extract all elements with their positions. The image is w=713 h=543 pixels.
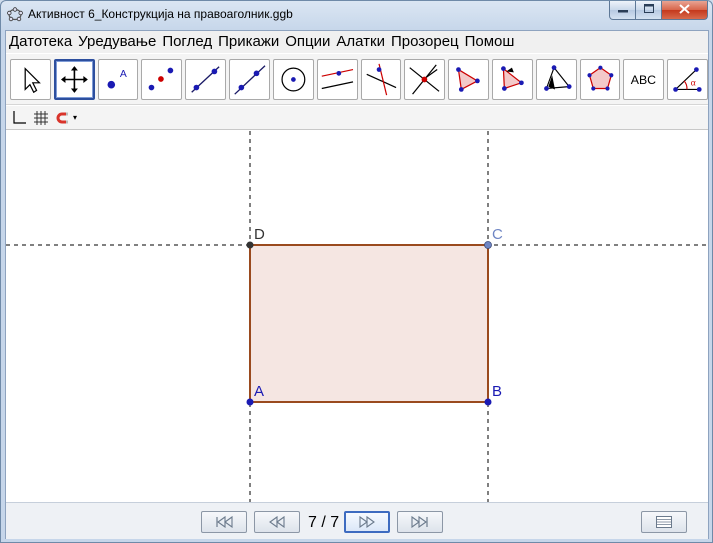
close-button[interactable]: [662, 1, 708, 20]
step-forward-icon: [359, 516, 375, 528]
tool-intersect[interactable]: [404, 58, 446, 100]
midpoint-icon: [149, 67, 174, 90]
close-icon: [679, 3, 690, 17]
polygon-icon: [456, 66, 480, 92]
style-bar: ▾: [6, 106, 708, 130]
new-point-icon: A: [107, 69, 126, 88]
point-capturing-button[interactable]: [55, 110, 71, 126]
point-a-label: A: [254, 383, 265, 400]
nav-next-step-button[interactable]: [344, 511, 390, 533]
svg-text:A: A: [119, 69, 126, 80]
point-c-label: C: [492, 226, 503, 243]
menu-tools[interactable]: Алатки: [333, 32, 388, 52]
tool-perpendicular-bisector[interactable]: [360, 58, 402, 100]
table-icon: [656, 516, 672, 528]
point-d-label: D: [254, 226, 265, 243]
client-area: Датотека Уредување Поглед Прикажи Опции …: [5, 30, 709, 539]
reflect-icon: [543, 64, 572, 91]
nav-first-step-button[interactable]: [201, 511, 247, 533]
parallel-line-icon: [321, 68, 353, 89]
move-arrow-icon: [24, 66, 41, 93]
angle-icon: [500, 65, 524, 91]
construction-protocol-button[interactable]: [641, 511, 687, 533]
tool-polygon[interactable]: [448, 58, 489, 100]
menu-view[interactable]: Поглед: [159, 32, 215, 52]
tool-reflect[interactable]: [535, 58, 577, 100]
step-total: 7: [330, 514, 340, 531]
angle-measure-icon: α: [673, 66, 702, 92]
move-graphics-view-icon: [60, 65, 88, 93]
point-c[interactable]: [484, 241, 492, 249]
skip-to-last-icon: [411, 516, 428, 528]
tool-angle[interactable]: [491, 58, 533, 100]
maximize-icon: [643, 4, 654, 16]
perpendicular-bisector-icon: [365, 63, 396, 95]
graphics-view[interactable]: A B C D: [6, 131, 708, 502]
point-capturing-dropdown[interactable]: ▾: [73, 113, 77, 122]
menu-bar: Датотека Уредување Поглед Прикажи Опции …: [6, 31, 708, 53]
skip-to-first-icon: [216, 516, 233, 528]
svg-text:ABC: ABC: [631, 72, 656, 86]
svg-text:α: α: [691, 78, 696, 88]
grid-icon: [34, 110, 48, 125]
tool-new-point[interactable]: A: [97, 58, 139, 100]
toggle-axes-button[interactable]: [11, 110, 27, 126]
regular-polygon-icon: [587, 65, 613, 91]
tool-text[interactable]: ABC: [623, 58, 665, 100]
menu-file[interactable]: Датотека: [6, 32, 75, 52]
text-icon: ABC: [631, 72, 656, 86]
geometry-canvas[interactable]: [6, 131, 708, 502]
step-counter: 7 / 7: [308, 514, 339, 532]
minimize-button[interactable]: [609, 1, 636, 20]
tool-move-graphics-view[interactable]: [53, 58, 95, 100]
toggle-grid-button[interactable]: [33, 110, 49, 126]
menu-perspectives[interactable]: Прикажи: [215, 32, 282, 52]
point-a[interactable]: [246, 398, 254, 406]
tool-bar: A ABC α: [6, 54, 709, 105]
tool-regular-polygon[interactable]: [579, 58, 621, 100]
step-separator: /: [321, 514, 326, 531]
tool-circle[interactable]: [272, 58, 314, 100]
geogebra-logo-icon: [7, 6, 23, 22]
menu-window[interactable]: Прозорец: [388, 32, 462, 52]
step-current: 7: [308, 514, 317, 531]
menu-edit[interactable]: Уредување: [75, 32, 159, 52]
menu-options[interactable]: Опции: [282, 32, 333, 52]
tool-perpendicular-line[interactable]: [229, 58, 270, 100]
tool-move[interactable]: [10, 58, 51, 100]
axes-icon: [13, 110, 26, 124]
intersect-icon: [409, 63, 440, 95]
construction-navigation-bar: 7 / 7: [6, 502, 708, 539]
perpendicular-line-icon: [234, 64, 266, 95]
minimize-icon: [617, 4, 628, 16]
nav-previous-step-button[interactable]: [254, 511, 300, 533]
point-b-label: B: [492, 383, 503, 400]
step-back-icon: [269, 516, 285, 528]
magnet-icon: [56, 112, 68, 123]
tool-line[interactable]: [185, 58, 227, 100]
application-window: Активност 6_Конструкција на правоаголник…: [0, 0, 713, 543]
tool-midpoint[interactable]: [141, 58, 183, 100]
window-controls: [609, 1, 708, 20]
nav-last-step-button[interactable]: [397, 511, 443, 533]
circle-with-center-icon: [281, 67, 306, 91]
tool-angle-measure[interactable]: α: [667, 58, 709, 100]
rectangle-abcd[interactable]: [249, 244, 489, 403]
tool-parallel-line[interactable]: [316, 58, 358, 100]
point-b[interactable]: [484, 398, 492, 406]
window-title: Активност 6_Конструкција на правоаголник…: [28, 7, 293, 21]
line-through-two-points-icon: [191, 65, 220, 93]
maximize-button[interactable]: [636, 1, 662, 20]
title-bar[interactable]: Активност 6_Конструкција на правоаголник…: [1, 1, 712, 28]
menu-help[interactable]: Помош: [462, 32, 518, 52]
point-d[interactable]: [246, 241, 254, 249]
